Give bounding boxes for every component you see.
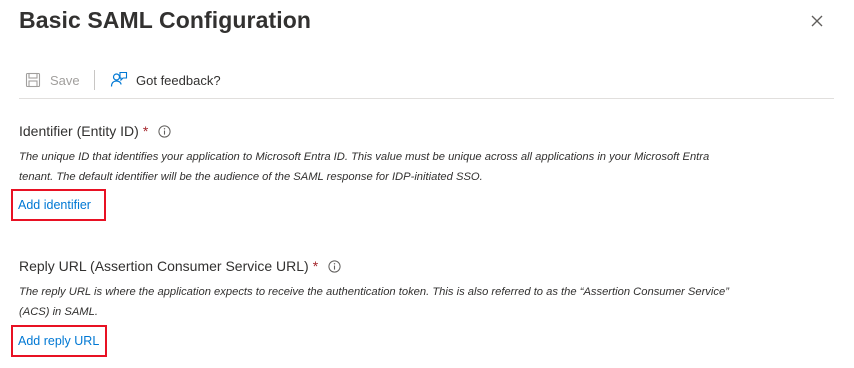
feedback-button[interactable]: Got feedback?: [110, 68, 221, 92]
add-identifier-highlight: Add identifier: [11, 189, 106, 221]
feedback-label: Got feedback?: [136, 72, 221, 88]
info-icon[interactable]: [328, 259, 341, 273]
reply-url-label: Reply URL (Assertion Consumer Service UR…: [19, 258, 309, 274]
identifier-field-label: Identifier (Entity ID) *: [19, 121, 739, 141]
feedback-icon: [110, 71, 128, 87]
reply-url-description: The reply URL is where the application e…: [19, 286, 729, 318]
save-button[interactable]: Save: [25, 68, 80, 92]
required-marker: *: [142, 123, 149, 139]
identifier-description: The unique ID that identifies your appli…: [19, 151, 710, 183]
save-label: Save: [50, 72, 80, 88]
reply-url-section: Reply URL (Assertion Consumer Service UR…: [19, 256, 739, 322]
required-marker: *: [312, 258, 319, 274]
reply-url-field-label: Reply URL (Assertion Consumer Service UR…: [19, 256, 739, 276]
identifier-label: Identifier (Entity ID): [19, 123, 139, 139]
page-title: Basic SAML Configuration: [19, 7, 312, 33]
save-icon: [25, 72, 41, 88]
info-icon[interactable]: [158, 124, 171, 138]
toolbar-divider: [94, 70, 95, 90]
close-button[interactable]: [806, 10, 828, 32]
command-bar: Save Got feedback?: [19, 64, 834, 99]
add-reply-url-link[interactable]: Add reply URL: [18, 334, 99, 348]
add-identifier-link[interactable]: Add identifier: [18, 198, 91, 212]
close-icon: [811, 15, 823, 27]
add-reply-url-highlight: Add reply URL: [11, 325, 107, 357]
identifier-section: Identifier (Entity ID) * The unique ID t…: [19, 121, 739, 187]
saml-config-panel: Basic SAML Configuration Save Got feedba…: [0, 0, 854, 368]
